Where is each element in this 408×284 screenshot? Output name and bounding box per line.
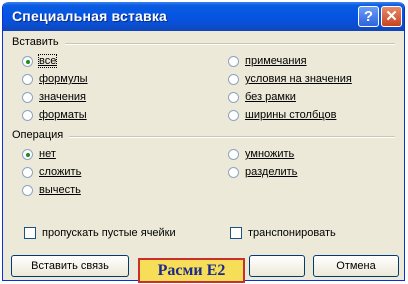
radio-label: сложить [39, 166, 82, 178]
radio-paste-all[interactable]: все [22, 54, 58, 68]
radio-label: все [37, 54, 58, 68]
radio-paste-column-widths[interactable]: ширины столбцов [228, 108, 336, 122]
radio-label: нет [39, 148, 56, 160]
radio-label: форматы [39, 109, 87, 121]
cancel-button[interactable]: Отмена [313, 255, 399, 277]
radio-paste-validation[interactable]: условия на значения [228, 72, 352, 86]
paste-special-dialog: Специальная вставка ? ✕ Вставить все фор… [2, 2, 405, 281]
radio-label: ширины столбцов [245, 109, 337, 121]
radio-op-multiply[interactable]: умножить [228, 147, 294, 161]
radio-paste-values[interactable]: значения [22, 90, 86, 104]
radio-paste-formats[interactable]: форматы [22, 108, 87, 122]
radio-indicator [228, 55, 239, 67]
radio-indicator [228, 148, 239, 160]
paste-group-label: Вставить [12, 36, 59, 48]
radio-op-none[interactable]: нет [22, 147, 56, 161]
radio-label: формулы [39, 73, 88, 85]
radio-indicator [22, 148, 33, 160]
radio-op-add[interactable]: сложить [22, 165, 81, 179]
title-bar[interactable]: Специальная вставка ? ✕ [3, 2, 404, 31]
help-icon[interactable]: ? [358, 6, 379, 27]
radio-indicator [228, 109, 239, 121]
checkbox-transpose[interactable]: транспонировать [230, 226, 336, 240]
radio-label: без рамки [245, 91, 296, 103]
checkbox-label: пропускать пустые ячейки [42, 227, 176, 239]
radio-label: вычесть [39, 184, 81, 196]
radio-indicator [22, 55, 33, 67]
radio-label: разделить [245, 166, 298, 178]
paste-link-button[interactable]: Вставить связь [11, 255, 129, 277]
radio-paste-no-borders[interactable]: без рамки [228, 90, 296, 104]
radio-indicator [22, 166, 33, 178]
radio-indicator [22, 91, 33, 103]
radio-op-divide[interactable]: разделить [228, 165, 297, 179]
radio-indicator [228, 166, 239, 178]
radio-indicator [22, 109, 33, 121]
paste-group-divider [65, 43, 395, 45]
radio-op-subtract[interactable]: вычесть [22, 183, 81, 197]
operation-group-label: Операция [12, 129, 64, 141]
figure-caption: Расми Е2 [138, 258, 245, 283]
radio-label: условия на значения [245, 73, 352, 85]
checkbox-indicator [230, 227, 242, 239]
radio-label: умножить [245, 148, 295, 160]
checkbox-skip-blanks[interactable]: пропускать пустые ячейки [24, 226, 176, 240]
radio-indicator [22, 73, 33, 85]
radio-label: примечания [245, 55, 307, 67]
window-title: Специальная вставка [12, 8, 168, 24]
radio-paste-formulas[interactable]: формулы [22, 72, 88, 86]
radio-paste-comments[interactable]: примечания [228, 54, 307, 68]
radio-indicator [228, 73, 239, 85]
operation-group-divider [69, 136, 395, 138]
ok-button[interactable] [249, 255, 305, 277]
radio-label: значения [39, 91, 87, 103]
close-icon[interactable]: ✕ [381, 6, 402, 27]
checkbox-label: транспонировать [248, 227, 336, 239]
radio-indicator [22, 184, 33, 196]
radio-indicator [228, 91, 239, 103]
checkbox-indicator [24, 227, 36, 239]
